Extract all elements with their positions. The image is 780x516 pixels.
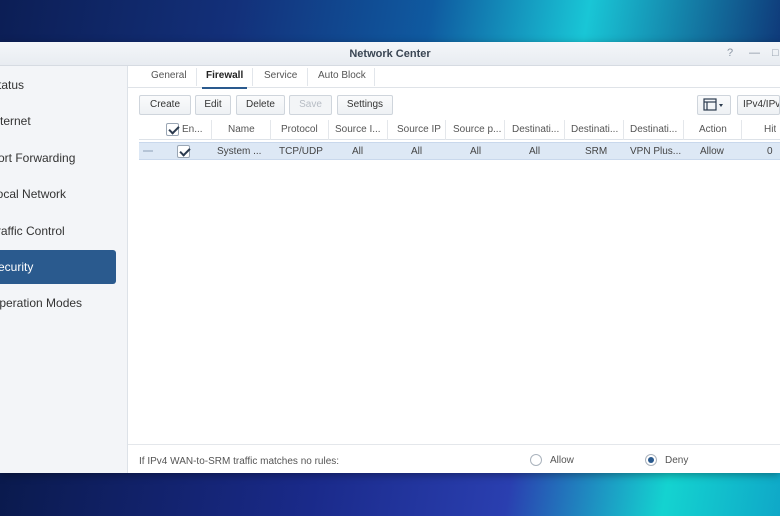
column-header-name[interactable]: Name <box>228 124 255 135</box>
allow-radio[interactable] <box>530 454 542 466</box>
cell-destination-1: All <box>529 146 541 157</box>
tab-divider <box>307 68 308 86</box>
window-title: Network Center <box>349 48 431 60</box>
column-header-destination-3[interactable]: Destinati... <box>630 124 680 135</box>
column-divider <box>504 120 505 140</box>
create-button[interactable]: Create <box>139 95 191 115</box>
cell-action: Allow <box>700 146 724 157</box>
drag-handle-icon[interactable] <box>143 150 153 152</box>
column-divider <box>564 120 565 140</box>
column-divider <box>683 120 684 140</box>
cell-hit: 0 <box>767 146 773 157</box>
column-divider <box>328 120 329 140</box>
sidebar-item-traffic-control[interactable]: Traffic Control <box>0 214 116 248</box>
tab-firewall[interactable]: Firewall <box>201 70 248 89</box>
tab-auto-block[interactable]: Auto Block <box>318 70 366 81</box>
allow-radio-label[interactable]: Allow <box>550 455 574 466</box>
default-policy-bar: If IPv4 WAN-to-SRM traffic matches no ru… <box>128 444 780 473</box>
column-header-destination-1[interactable]: Destinati... <box>512 124 562 135</box>
edit-button[interactable]: Edit <box>195 95 231 115</box>
table-header: En... Name Protocol Source I... Source I… <box>139 120 780 140</box>
column-header-source-interface[interactable]: Source I... <box>335 124 385 135</box>
cell-destination-3: VPN Plus... <box>630 146 682 157</box>
column-divider <box>270 120 271 140</box>
cell-name: System ... <box>217 146 262 157</box>
sidebar: Status Internet Port Forwarding Local Ne… <box>0 66 128 473</box>
cell-source-port: All <box>470 146 482 157</box>
network-center-window: Network Center ? — □ Status Internet Por… <box>0 42 780 473</box>
tab-divider <box>196 68 197 86</box>
column-header-destination-2[interactable]: Destinati... <box>571 124 621 135</box>
title-bar[interactable]: Network Center ? — □ <box>0 42 780 66</box>
tab-service[interactable]: Service <box>264 70 297 81</box>
cell-protocol: TCP/UDP <box>279 146 323 157</box>
cell-source-interface: All <box>352 146 364 157</box>
select-all-checkbox[interactable] <box>166 123 179 136</box>
column-header-protocol[interactable]: Protocol <box>281 124 318 135</box>
main-panel: General Firewall Service Auto Block Crea… <box>128 66 780 473</box>
column-header-source-port[interactable]: Source p... <box>453 124 501 135</box>
maximize-icon[interactable]: □ <box>772 47 779 59</box>
deny-radio-label[interactable]: Deny <box>665 455 688 466</box>
tab-general[interactable]: General <box>151 70 187 81</box>
desktop-background-bottom <box>0 472 780 516</box>
sidebar-item-local-network[interactable]: Local Network <box>0 177 116 211</box>
layout-icon <box>703 98 723 111</box>
save-button[interactable]: Save <box>289 95 332 115</box>
column-divider <box>387 120 388 140</box>
sidebar-item-port-forwarding[interactable]: Port Forwarding <box>0 141 116 175</box>
tab-bar: General Firewall Service Auto Block <box>128 66 780 89</box>
column-header-source-ip[interactable]: Source IP <box>397 124 441 135</box>
toolbar: Create Edit Delete Save Settings IPv4/IP… <box>128 88 780 120</box>
desktop-background-top <box>0 0 780 42</box>
column-header-enabled[interactable]: En... <box>182 124 206 135</box>
column-divider <box>211 120 212 140</box>
column-divider <box>445 120 446 140</box>
sidebar-item-internet[interactable]: Internet <box>0 104 116 138</box>
column-divider <box>741 120 742 140</box>
sidebar-item-security[interactable]: Security <box>0 250 116 284</box>
sidebar-item-operation-modes[interactable]: Operation Modes <box>0 286 116 320</box>
sidebar-item-status[interactable]: Status <box>0 68 116 102</box>
cell-source-ip: All <box>411 146 423 157</box>
column-header-hit[interactable]: Hit <box>764 124 776 135</box>
row-enabled-checkbox[interactable] <box>177 145 190 158</box>
default-policy-label: If IPv4 WAN-to-SRM traffic matches no ru… <box>139 456 340 467</box>
ip-version-filter[interactable]: IPv4/IPv6 <box>737 95 780 115</box>
cell-destination-2: SRM <box>585 146 608 157</box>
column-divider <box>623 120 624 140</box>
tab-divider <box>374 68 375 86</box>
tab-divider <box>252 68 253 86</box>
column-header-action[interactable]: Action <box>699 124 727 135</box>
help-icon[interactable]: ? <box>727 47 733 59</box>
deny-radio[interactable] <box>645 454 657 466</box>
delete-button[interactable]: Delete <box>236 95 285 115</box>
table-row[interactable]: System ... TCP/UDP All All All All SRM V… <box>139 142 780 160</box>
view-mode-button[interactable] <box>697 95 731 115</box>
settings-button[interactable]: Settings <box>337 95 393 115</box>
minimize-icon[interactable]: — <box>749 47 760 59</box>
